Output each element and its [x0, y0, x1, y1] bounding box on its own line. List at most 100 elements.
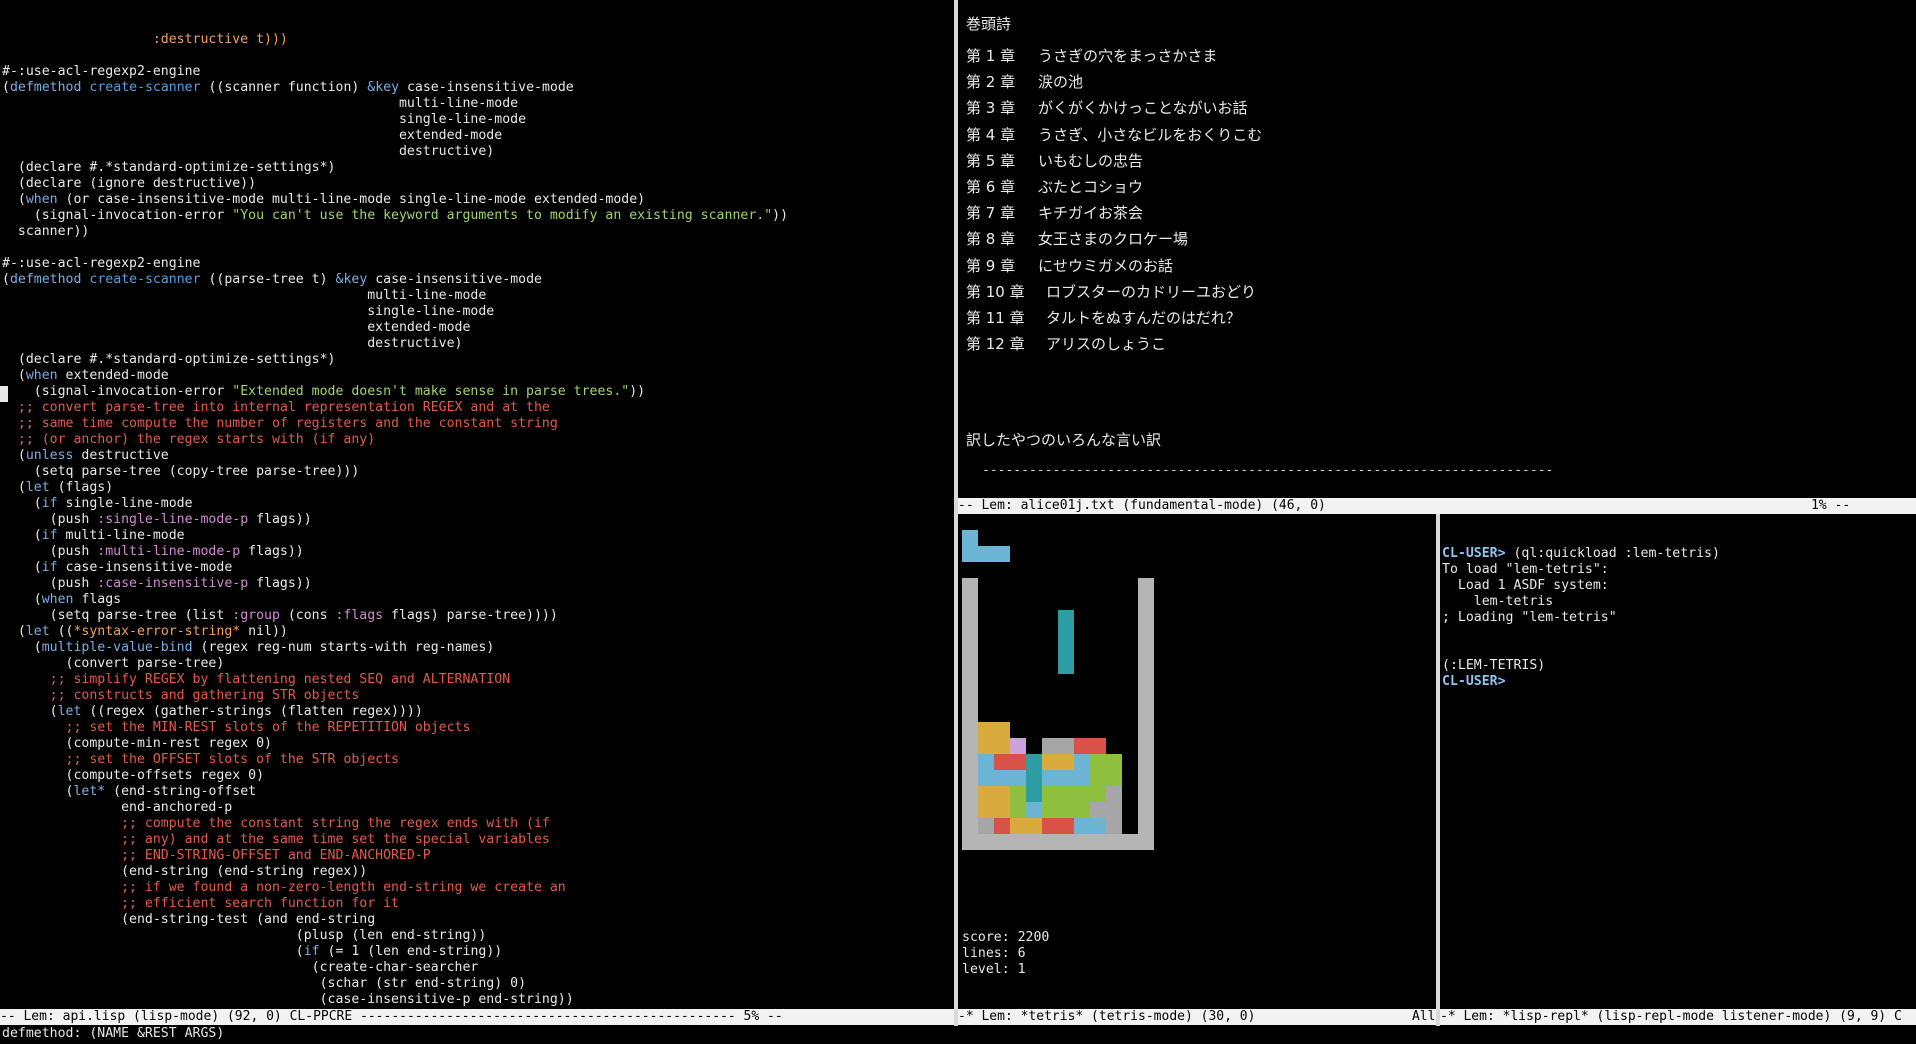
code-token: let	[25, 480, 50, 495]
stacked-block	[1026, 786, 1042, 802]
stacked-block	[1074, 786, 1090, 802]
code-token: create-scanner	[89, 272, 201, 287]
code-line: ;; efficient search function for it	[2, 896, 954, 912]
chapter-number: 第 9 章	[966, 256, 1016, 275]
tetris-wall	[1138, 818, 1154, 834]
code-token: ((scanner function)	[200, 80, 368, 95]
code-token: (declare #.*standard-optimize-settings*)	[2, 160, 336, 175]
code-token: let	[57, 704, 82, 719]
repl-line: (:LEM-TETRIS)	[1442, 658, 1916, 674]
code-token: ;; convert parse-tree into internal repr…	[2, 400, 550, 415]
code-editor-pane[interactable]: :destructive t))) #-:use-acl-regexp2-engi…	[0, 0, 954, 1009]
code-line: ;; compute the constant string the regex…	[2, 816, 954, 832]
code-token: (flags)	[49, 480, 114, 495]
stacked-block	[1010, 802, 1026, 818]
code-lines: :destructive t))) #-:use-acl-regexp2-engi…	[0, 32, 954, 1009]
code-line: ;; if we found a non-zero-length end-str…	[2, 880, 954, 896]
lisp-repl-pane[interactable]: CL-USER> (ql:quickload :lem-tetris) To lo…	[1440, 514, 1916, 1009]
code-line: (compute-offsets regex 0)	[2, 768, 954, 784]
alice-footer-line: 訳したやつのいろんな言い訳	[966, 431, 1162, 449]
tetris-floor	[962, 834, 978, 850]
repl-text: Load 1 ASDF system:	[1442, 578, 1609, 593]
code-token: (	[2, 496, 42, 511]
code-line: (declare #.*standard-optimize-settings*)	[2, 352, 954, 368]
code-line: (when (or case-insensitive-mode multi-li…	[2, 192, 954, 208]
tetris-wall	[1138, 610, 1154, 626]
chapter-title: にせウミガメのお話	[1038, 256, 1174, 275]
code-line: scanner))	[2, 224, 954, 240]
code-token: ;; same time compute the number of regis…	[2, 416, 558, 431]
code-token: ;; if we found a non-zero-length end-str…	[2, 880, 566, 895]
code-token: flags))	[240, 544, 304, 559]
stacked-block	[1042, 770, 1058, 786]
next-piece-block	[962, 530, 978, 546]
code-line: (when extended-mode	[2, 368, 954, 384]
code-line: (let ((regex (gather-strings (flatten re…	[2, 704, 954, 720]
code-token: ;; any) and at the same time set the spe…	[2, 832, 550, 847]
code-line: ;; constructs and gathering STR objects	[2, 688, 954, 704]
tetris-wall	[1138, 738, 1154, 754]
code-line: (if multi-line-mode	[2, 528, 954, 544]
alice-text-pane[interactable]: 巻頭詩 第 1 章 うさぎの穴をまっさかさま第 2 章 涙の池第 3 章 がくがくかけ…	[958, 0, 1916, 498]
code-token: (= 1 (len end-string))	[319, 944, 503, 959]
code-token: (push	[2, 544, 98, 559]
tetris-wall	[1138, 626, 1154, 642]
code-token: (	[2, 944, 304, 959]
code-token: #-:use-acl-regexp2-engine	[2, 256, 201, 271]
code-token: multi-line-mode	[57, 528, 185, 543]
repl-text: (:LEM-TETRIS)	[1442, 658, 1546, 673]
code-line: (push :multi-line-mode-p flags))	[2, 544, 954, 560]
tetris-wall	[1138, 722, 1154, 738]
stacked-block	[1042, 786, 1058, 802]
stacked-block	[1010, 754, 1026, 770]
tetris-wall	[962, 786, 978, 802]
next-piece-block	[994, 546, 1010, 562]
code-line: ;; END-STRING-OFFSET and END-ANCHORED-P	[2, 848, 954, 864]
chapter-title: うさぎの穴をまっさかさま	[1038, 47, 1218, 65]
code-token: :group	[232, 608, 280, 623]
code-token: (or case-insensitive-mode multi-line-mod…	[57, 192, 646, 207]
chapter-number: 第 4 章	[966, 125, 1016, 144]
code-line: multi-line-mode	[2, 288, 954, 304]
stacked-block	[994, 754, 1010, 770]
tetris-wall	[962, 722, 978, 738]
code-token: (	[2, 480, 26, 495]
stacked-block	[1058, 818, 1074, 834]
stacked-block	[1042, 754, 1058, 770]
falling-piece-block	[1058, 626, 1074, 642]
code-token: ;; simplify REGEX by flattening nested S…	[2, 672, 511, 687]
stacked-block	[994, 738, 1010, 754]
code-token: extended-mode	[57, 368, 169, 383]
stacked-block	[978, 818, 994, 834]
code-token: (convert parse-tree)	[2, 656, 225, 671]
code-token: ))	[772, 208, 789, 223]
chapter-number: 第 8 章	[966, 230, 1016, 249]
code-token: when	[25, 192, 58, 207]
tetris-floor	[1090, 834, 1106, 850]
code-token: (setq parse-tree (list	[2, 608, 233, 623]
code-token: if	[41, 496, 58, 511]
tetris-wall	[1138, 690, 1154, 706]
code-token: (push	[2, 576, 98, 591]
repl-modeline: -* Lem: *lisp-repl* (lisp-repl-mode list…	[1440, 1009, 1916, 1025]
code-line: single-line-mode	[2, 304, 954, 320]
chapter-title: アリスのしょうこ	[1046, 335, 1167, 354]
code-line: (declare #.*standard-optimize-settings*)	[2, 160, 954, 176]
code-token: destructive	[73, 448, 169, 463]
tetris-floor	[1138, 834, 1154, 850]
stacked-block	[1090, 770, 1106, 786]
tetris-wall	[1138, 642, 1154, 658]
stacked-block	[978, 802, 994, 818]
code-token: :case-insensitive-p	[97, 576, 249, 591]
code-token: ((parse-tree t)	[200, 272, 336, 287]
code-token: when	[41, 592, 74, 607]
repl-prompt: CL-USER>	[1442, 674, 1506, 689]
tetris-floor	[994, 834, 1010, 850]
tetris-floor	[1106, 834, 1122, 850]
code-token: (	[2, 624, 26, 639]
stacked-block	[978, 754, 994, 770]
tetris-wall	[1138, 594, 1154, 610]
tetris-wall	[962, 754, 978, 770]
code-line: (when flags	[2, 592, 954, 608]
